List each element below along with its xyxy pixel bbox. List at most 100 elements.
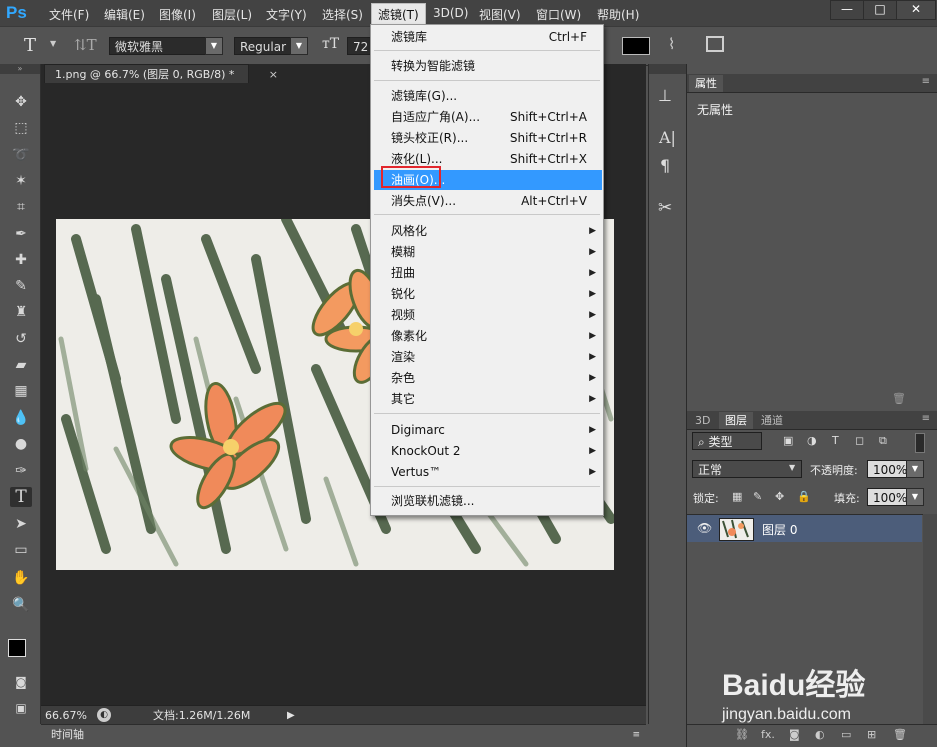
menu-file[interactable]: 文件(F) [49,6,89,23]
menu-type[interactable]: 文字(Y) [266,6,307,23]
filter-smart-object-icon[interactable]: ⧉ [879,434,887,448]
layers-scrollbar[interactable] [923,514,937,744]
menu-item-filter-gallery-last[interactable]: 滤镜库 Ctrl+F [371,27,603,47]
clone-source-icon[interactable]: ⊥ [658,86,672,105]
tab-properties[interactable]: 属性 [689,75,723,92]
status-menu-arrow-icon[interactable]: ▶ [287,706,295,725]
close-tab-icon[interactable]: × [269,65,278,84]
orientation-toggle-icon[interactable]: ⇅T [74,36,97,54]
menu-item-stylize[interactable]: 风格化 ▶ [371,221,603,241]
lock-position-icon[interactable]: ✥ [775,490,784,503]
collapse-tools-icon[interactable]: » [0,64,40,74]
menu-filter[interactable]: 滤镜(T) [371,3,426,26]
font-style-field[interactable]: Regular [234,37,292,55]
brush-tool-icon[interactable]: ✎ [10,276,32,296]
menu-view[interactable]: 视图(V) [479,6,521,23]
healing-brush-tool-icon[interactable]: ✚ [10,250,32,270]
clone-stamp-tool-icon[interactable]: ♜ [10,302,32,322]
eraser-tool-icon[interactable]: ▰ [10,355,32,375]
menu-edit[interactable]: 编辑(E) [104,6,145,23]
font-family-dropdown-icon[interactable]: ▼ [205,37,223,55]
menu-item-noise[interactable]: 杂色 ▶ [371,368,603,388]
menu-item-sharpen[interactable]: 锐化 ▶ [371,284,603,304]
tab-layers[interactable]: 图层 [719,412,753,429]
character-panel-icon[interactable] [706,36,724,52]
lock-all-icon[interactable]: 🔒 [797,490,811,503]
type-tool-icon[interactable]: T [24,35,36,56]
magic-wand-tool-icon[interactable]: ✶ [10,171,32,191]
fill-field[interactable]: 100% [867,488,907,506]
menu-3d[interactable]: 3D(D) [433,6,468,20]
layer-name[interactable]: 图层 0 [762,521,797,538]
lock-image-icon[interactable]: ✎ [753,490,762,503]
properties-menu-icon[interactable]: ≡ [922,76,930,87]
font-style-dropdown-icon[interactable]: ▼ [290,37,308,55]
document-tab[interactable]: 1.png @ 66.7% (图层 0, RGB/8) * × [44,64,278,83]
warp-text-icon[interactable]: ⌇ [668,35,675,53]
zoom-level[interactable]: 66.67% [45,706,87,725]
filter-shape-icon[interactable]: ◻ [855,434,864,447]
menu-item-other[interactable]: 其它 ▶ [371,389,603,409]
font-family-field[interactable]: 微软雅黑 [109,37,207,55]
layer-visibility-eye-icon[interactable]: 👁 [697,521,712,535]
menu-item-pixelate[interactable]: 像素化 ▶ [371,326,603,346]
text-color-swatch[interactable] [622,37,650,55]
menu-item-video[interactable]: 视频 ▶ [371,305,603,325]
menu-item-convert-smart-filters[interactable]: 转换为智能滤镜 [371,56,603,76]
gradient-tool-icon[interactable]: ▦ [10,381,32,401]
timeline-label[interactable]: 时间轴 [51,725,84,745]
rectangle-tool-icon[interactable]: ▭ [10,540,32,560]
hand-tool-icon[interactable]: ✋ [10,568,32,588]
menu-item-browse-online-filters[interactable]: 浏览联机滤镜... [371,491,603,511]
filter-adjustment-icon[interactable]: ◑ [807,434,817,447]
tab-3d[interactable]: 3D [689,412,716,429]
tab-channels[interactable]: 通道 [755,412,789,429]
eyedropper-tool-icon[interactable]: ✒ [10,224,32,244]
history-brush-tool-icon[interactable]: ↺ [10,329,32,349]
filter-type-icon[interactable]: T [832,434,839,447]
opacity-slider-icon[interactable]: ▼ [906,460,924,478]
font-size-field[interactable]: 72 [347,37,371,55]
quick-mask-icon[interactable]: ◙ [10,672,32,692]
menu-item-knockout[interactable]: KnockOut 2 ▶ [371,441,603,461]
menu-layer[interactable]: 图层(L) [212,6,252,23]
paragraph-icon[interactable]: ¶ [660,156,670,175]
menu-select[interactable]: 选择(S) [322,6,363,23]
opacity-field[interactable]: 100% [867,460,907,478]
menu-item-digimarc[interactable]: Digimarc ▶ [371,420,603,440]
move-tool-icon[interactable]: ✥ [10,92,32,112]
menu-item-lens-correction[interactable]: 镜头校正(R)... Shift+Ctrl+R [371,128,603,148]
fill-slider-icon[interactable]: ▼ [906,488,924,506]
tool-presets-icon[interactable]: ✂ [658,198,672,218]
layer-filter-kind[interactable]: ⌕ 类型 [692,432,762,450]
menu-item-distort[interactable]: 扭曲 ▶ [371,263,603,283]
status-info-icon[interactable]: ◐ [97,708,111,722]
blur-tool-icon[interactable]: 💧 [10,408,32,428]
menu-item-filter-gallery[interactable]: 滤镜库(G)... [371,86,603,106]
zoom-tool-icon[interactable]: 🔍 [10,595,32,615]
filter-pixel-icon[interactable]: ▣ [783,434,793,447]
menu-window[interactable]: 窗口(W) [536,6,581,23]
path-selection-tool-icon[interactable]: ➤ [10,514,32,534]
menu-item-blur[interactable]: 模糊 ▶ [371,242,603,262]
menu-item-vertus[interactable]: Vertus™ ▶ [371,462,603,482]
blend-mode-select[interactable]: 正常 [692,460,802,478]
timeline-menu-icon[interactable]: ≡ [632,725,640,745]
menu-item-render[interactable]: 渲染 ▶ [371,347,603,367]
lasso-tool-icon[interactable]: ➰ [10,145,32,165]
layer-row[interactable]: 👁 图层 0 [687,515,922,542]
minimize-button[interactable]: — [830,0,864,20]
menu-help[interactable]: 帮助(H) [597,6,639,23]
foreground-color-swatch[interactable] [8,639,26,657]
horizontal-type-tool-icon[interactable]: T [10,487,32,507]
tool-preset-arrow-icon[interactable]: ▼ [50,39,56,48]
menu-item-adaptive-wide-angle[interactable]: 自适应广角(A)... Shift+Ctrl+A [371,107,603,127]
menu-item-vanishing-point[interactable]: 消失点(V)... Alt+Ctrl+V [371,191,603,211]
pen-tool-icon[interactable]: ✑ [10,461,32,481]
screen-mode-icon[interactable]: ▣ [10,698,32,718]
marquee-tool-icon[interactable]: ⬚ [10,118,32,138]
properties-trash-icon[interactable]: 🗑 [892,392,906,405]
dodge-tool-icon[interactable]: ● [10,434,32,454]
crop-tool-icon[interactable]: ⌗ [10,197,32,217]
character-icon[interactable]: A| [659,128,676,147]
